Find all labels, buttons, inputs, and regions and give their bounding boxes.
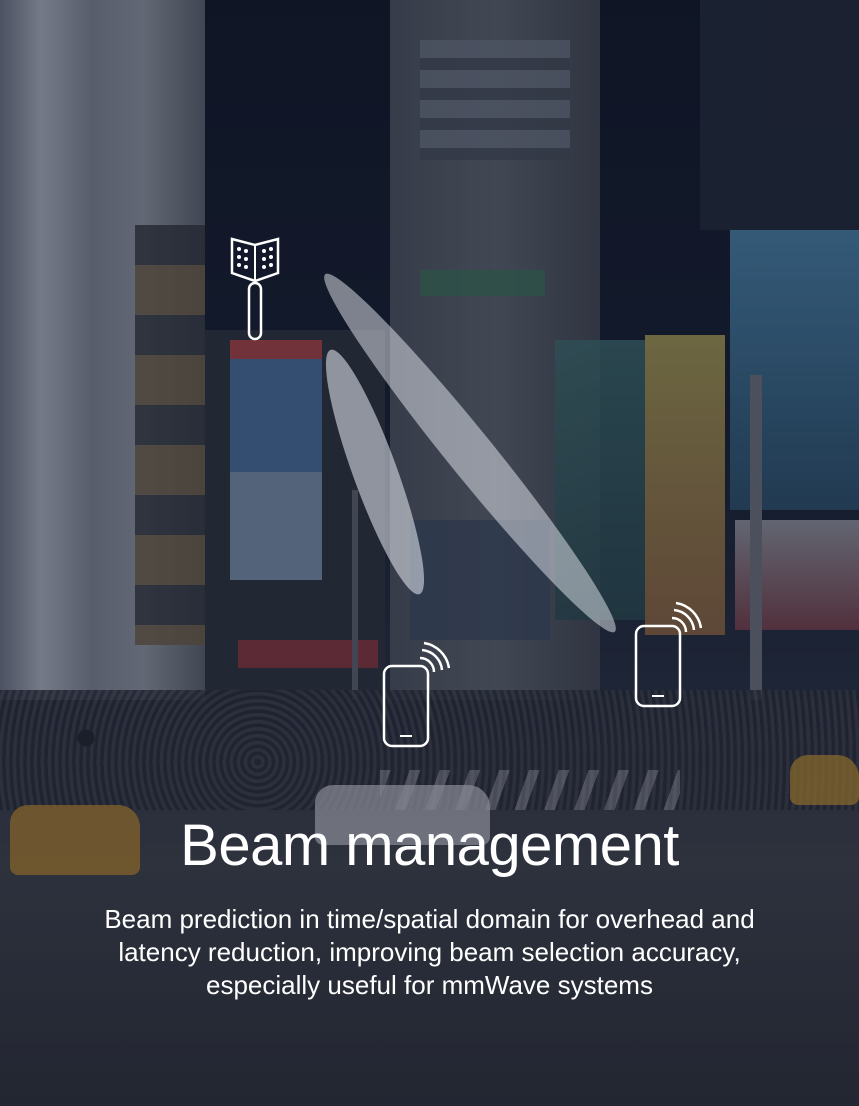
antenna-array-icon [230,237,280,341]
smartphone-signal-icon [634,601,702,708]
page-title: Beam management [180,813,679,878]
smartphone-signal-icon [382,641,450,748]
description-text: Beam prediction in time/spatial domain f… [104,904,755,1000]
